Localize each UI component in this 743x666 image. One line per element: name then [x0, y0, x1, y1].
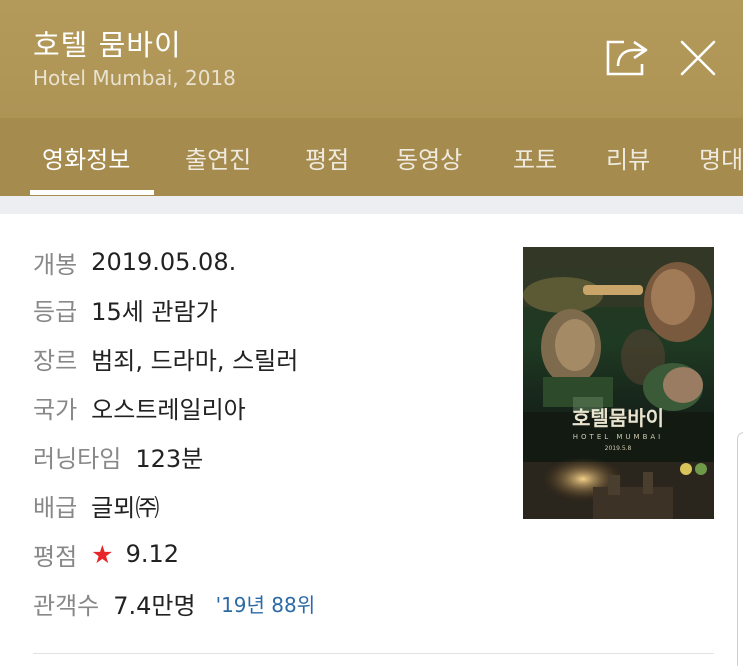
tab-photo[interactable]: 포토 — [513, 140, 557, 175]
box-office-rank-link[interactable]: '19년 88위 — [216, 589, 316, 618]
tab-bar: 영화정보 출연진 평점 동영상 포토 리뷰 명대 — [0, 118, 743, 196]
rating-value: 15세 관람가 — [91, 297, 218, 326]
content-divider — [33, 653, 714, 654]
scrollbar[interactable] — [737, 432, 743, 666]
release-row: 개봉 2019.05.08. — [33, 245, 236, 279]
title-bar: 호텔 뭄바이 Hotel Mumbai, 2018 — [0, 0, 743, 118]
country-row: 국가 오스트레일리아 — [33, 390, 246, 424]
distributor-label: 배급 — [33, 493, 78, 522]
tab-movie-info[interactable]: 영화정보 — [42, 140, 130, 175]
movie-poster[interactable]: 호텔뭄바이 HOTEL MUMBAI 2019.5.8 — [523, 247, 714, 519]
tab-rating[interactable]: 평점 — [305, 140, 349, 175]
genre-value: 범죄, 드라마, 스릴러 — [91, 346, 299, 375]
star-icon: ★ — [91, 539, 114, 569]
active-tab-indicator — [30, 190, 154, 195]
runtime-label: 러닝타임 — [33, 444, 122, 473]
poster-artwork: 호텔뭄바이 HOTEL MUMBAI 2019.5.8 — [523, 247, 714, 519]
country-value: 오스트레일리아 — [91, 395, 246, 424]
distributor-row: 배급 글뫼㈜ — [33, 488, 159, 522]
audience-value: 7.4만명 — [113, 591, 196, 620]
genre-label: 장르 — [33, 346, 78, 375]
movie-title: 호텔 뭄바이 — [33, 28, 182, 62]
poster-title: 호텔뭄바이 — [572, 406, 664, 430]
rating-row: 등급 15세 관람가 — [33, 292, 218, 326]
release-value: 2019.05.08. — [91, 248, 237, 276]
tab-review[interactable]: 리뷰 — [606, 140, 650, 175]
score-value: 9.12 — [125, 540, 180, 568]
runtime-value: 123분 — [135, 444, 204, 473]
rating-label: 등급 — [33, 297, 78, 326]
country-label: 국가 — [33, 395, 78, 424]
tab-video[interactable]: 동영상 — [396, 140, 462, 175]
share-icon[interactable] — [604, 36, 652, 78]
close-icon[interactable] — [678, 38, 718, 78]
audience-row: 관객수 7.4만명 '19년 88위 — [33, 586, 315, 620]
section-separator — [0, 196, 743, 214]
poster-subtitle: HOTEL MUMBAI — [573, 433, 663, 441]
runtime-row: 러닝타임 123분 — [33, 439, 203, 473]
score-label: 평점 — [33, 542, 78, 571]
tab-cast[interactable]: 출연진 — [185, 140, 251, 175]
distributor-value[interactable]: 글뫼㈜ — [91, 488, 159, 523]
audience-label: 관객수 — [33, 591, 100, 620]
genre-row: 장르 범죄, 드라마, 스릴러 — [33, 341, 298, 375]
score-row: 평점 ★ 9.12 — [33, 537, 179, 571]
tab-quotes[interactable]: 명대 — [699, 140, 743, 175]
movie-subtitle: Hotel Mumbai, 2018 — [33, 66, 236, 90]
poster-date: 2019.5.8 — [605, 445, 632, 452]
release-label: 개봉 — [33, 250, 78, 279]
